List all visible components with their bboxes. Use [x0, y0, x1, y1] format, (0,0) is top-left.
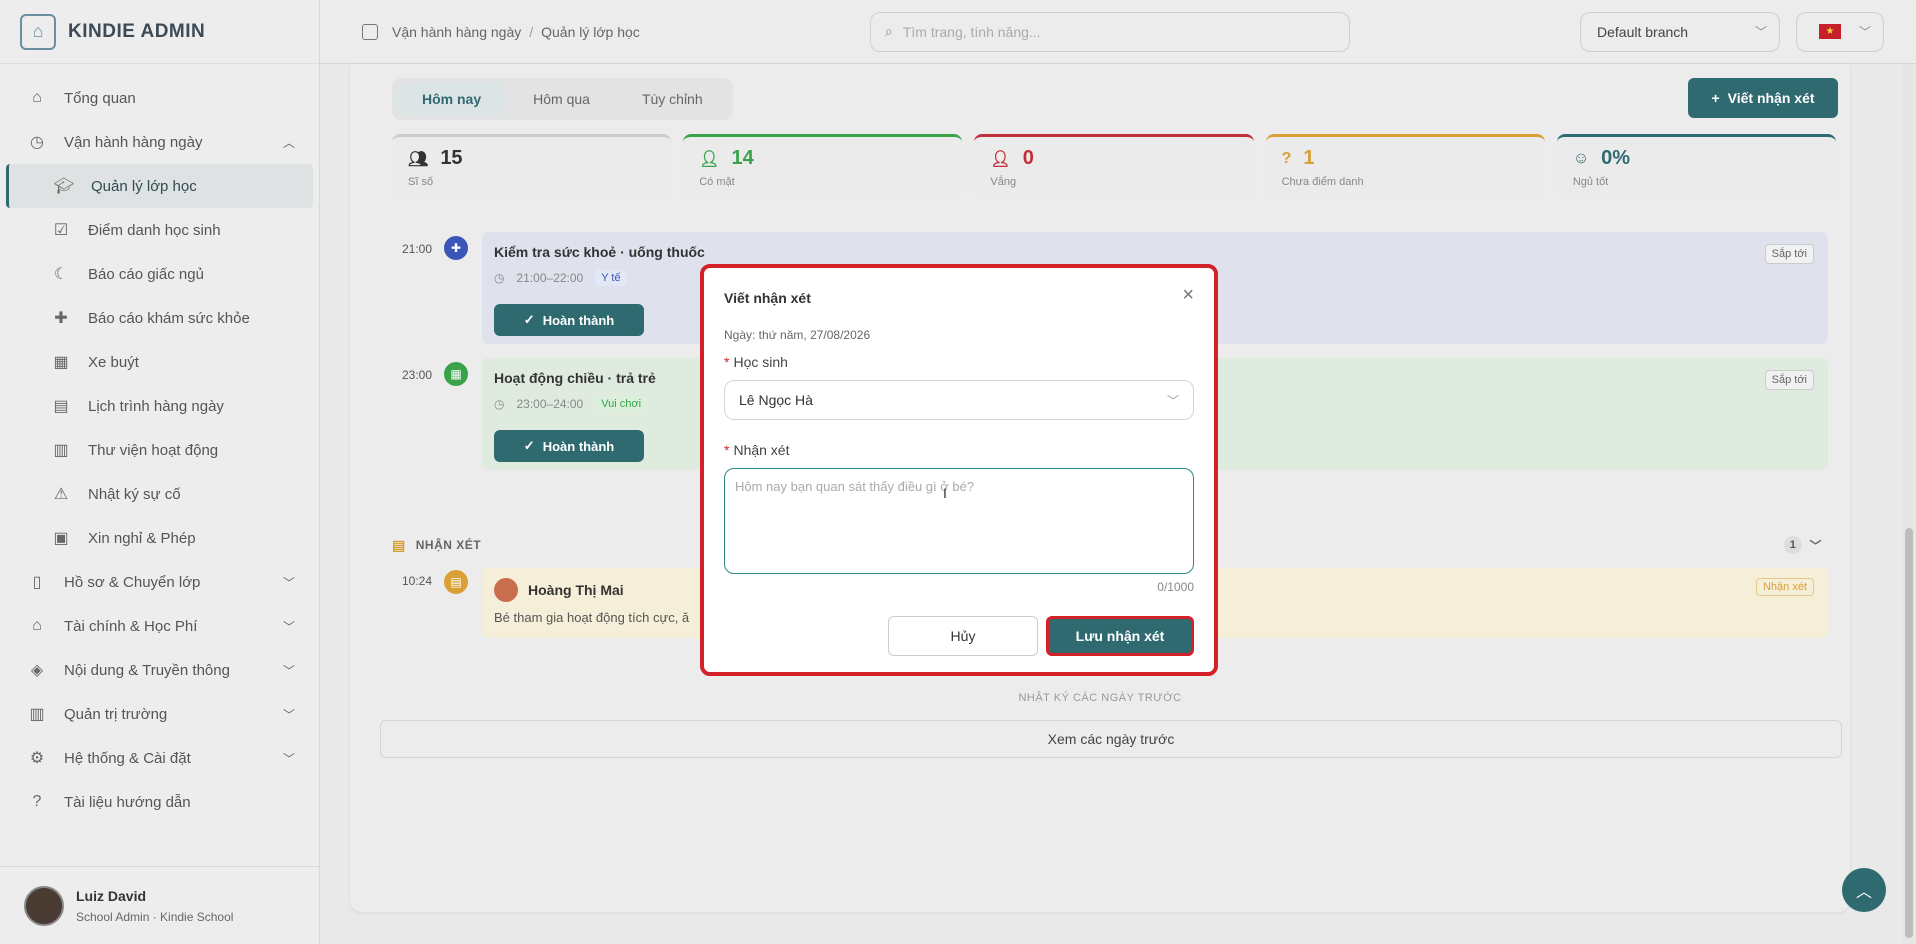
cancel-button[interactable]: Hủy: [888, 616, 1038, 656]
save-comment-button[interactable]: Lưu nhận xét: [1046, 616, 1194, 656]
student-label-text: Học sinh: [733, 354, 788, 370]
char-counter: 0/1000: [1157, 580, 1194, 594]
student-value: Lê Ngọc Hà: [739, 392, 813, 408]
comment-label: * Nhận xét: [724, 442, 1194, 458]
comment-label-text: Nhận xét: [733, 442, 790, 458]
close-icon[interactable]: ×: [1182, 284, 1194, 307]
text-cursor-icon: I: [943, 485, 947, 501]
modal-actions: Hủy Lưu nhận xét: [888, 616, 1194, 656]
write-comment-modal: Viết nhận xét × Ngày: thứ năm, 27/08/202…: [700, 264, 1218, 676]
modal-date: Ngày: thứ năm, 27/08/2026: [724, 328, 871, 342]
modal-title: Viết nhận xét: [724, 290, 811, 306]
student-select[interactable]: Lê Ngọc Hà ﹀: [724, 380, 1194, 420]
student-label: * Học sinh: [724, 354, 1194, 370]
required-mark: *: [724, 442, 730, 458]
required-mark: *: [724, 354, 730, 370]
comment-textarea[interactable]: Hôm nay bạn quan sát thấy điều gì ở bé? …: [724, 468, 1194, 574]
chevron-down-icon: ﹀: [1166, 393, 1179, 408]
comment-placeholder: Hôm nay bạn quan sát thấy điều gì ở bé?: [735, 479, 975, 494]
